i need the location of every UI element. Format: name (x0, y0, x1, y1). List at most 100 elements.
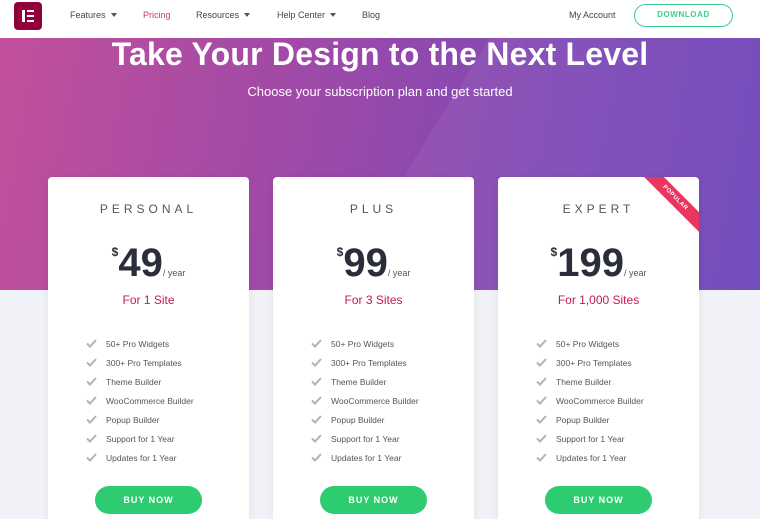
feature-item: WooCommerce Builder (536, 391, 644, 410)
feature-label: Popup Builder (331, 414, 385, 425)
feature-label: Support for 1 Year (556, 433, 625, 444)
check-icon (536, 415, 547, 424)
feature-item: Theme Builder (311, 372, 419, 391)
feature-item: WooCommerce Builder (311, 391, 419, 410)
elementor-logo-icon[interactable] (14, 2, 42, 30)
feature-item: WooCommerce Builder (86, 391, 194, 410)
feature-label: 300+ Pro Templates (106, 357, 182, 368)
plan-card-plus: PLUS $99/ year For 3 Sites 50+ Pro Widge… (273, 177, 474, 519)
feature-item: Popup Builder (311, 410, 419, 429)
buy-now-button[interactable]: BUY NOW (320, 486, 427, 514)
plan-sites: For 3 Sites (344, 293, 403, 307)
feature-item: Support for 1 Year (86, 429, 194, 448)
nav-features-label: Features (70, 10, 106, 20)
feature-label: Theme Builder (331, 376, 387, 387)
price-period: / year (623, 268, 647, 278)
plan-sites: For 1,000 Sites (557, 293, 640, 307)
feature-label: WooCommerce Builder (106, 395, 194, 406)
caret-down-icon (110, 12, 117, 17)
plan-price: $99/ year (273, 241, 474, 285)
price-amount: 49 (118, 241, 163, 285)
feature-label: Theme Builder (106, 376, 162, 387)
feature-item: Popup Builder (86, 410, 194, 429)
plan-name: EXPERT (562, 202, 635, 216)
site-header: Features Pricing Resources Help Center B… (0, 0, 760, 38)
feature-label: WooCommerce Builder (331, 395, 419, 406)
check-icon (86, 377, 97, 386)
feature-label: Updates for 1 Year (556, 452, 627, 463)
feature-item: Theme Builder (86, 372, 194, 391)
check-icon (86, 358, 97, 367)
check-icon (311, 339, 322, 348)
nav-blog[interactable]: Blog (362, 10, 380, 21)
currency-symbol: $ (336, 245, 344, 259)
check-icon (536, 434, 547, 443)
buy-now-button[interactable]: BUY NOW (95, 486, 202, 514)
my-account-link[interactable]: My Account (569, 10, 616, 21)
check-icon (536, 339, 547, 348)
price-amount: 99 (343, 241, 388, 285)
plan-name: PERSONAL (99, 202, 198, 216)
check-icon (311, 377, 322, 386)
nav-resources[interactable]: Resources (196, 10, 251, 21)
check-icon (536, 358, 547, 367)
feature-item: 50+ Pro Widgets (311, 334, 419, 353)
feature-label: 300+ Pro Templates (556, 357, 632, 368)
price-amount: 199 (557, 241, 624, 285)
check-icon (86, 434, 97, 443)
feature-label: 50+ Pro Widgets (331, 338, 395, 349)
feature-item: Support for 1 Year (311, 429, 419, 448)
feature-item: Updates for 1 Year (536, 448, 644, 467)
currency-symbol: $ (550, 245, 558, 259)
feature-label: 50+ Pro Widgets (106, 338, 170, 349)
check-icon (311, 415, 322, 424)
feature-label: Support for 1 Year (106, 433, 175, 444)
price-period: / year (162, 268, 186, 278)
feature-list: 50+ Pro Widgets 300+ Pro Templates Theme… (311, 334, 419, 467)
nav-features[interactable]: Features (70, 10, 117, 21)
feature-item: Support for 1 Year (536, 429, 644, 448)
feature-label: Updates for 1 Year (106, 452, 177, 463)
nav-pricing-label: Pricing (143, 10, 171, 20)
check-icon (536, 396, 547, 405)
buy-now-button[interactable]: BUY NOW (545, 486, 652, 514)
plan-sites: For 1 Site (122, 293, 175, 307)
check-icon (86, 339, 97, 348)
price-period: / year (387, 268, 411, 278)
check-icon (86, 453, 97, 462)
feature-item: Updates for 1 Year (86, 448, 194, 467)
feature-label: Popup Builder (106, 414, 160, 425)
check-icon (311, 396, 322, 405)
feature-list: 50+ Pro Widgets 300+ Pro Templates Theme… (536, 334, 644, 467)
feature-label: Theme Builder (556, 376, 612, 387)
check-icon (311, 358, 322, 367)
plan-card-expert: POPULAR EXPERT $199/ year For 1,000 Site… (498, 177, 699, 519)
feature-item: 300+ Pro Templates (86, 353, 194, 372)
hero-title: Take Your Design to the Next Level (111, 38, 649, 72)
download-button[interactable]: DOWNLOAD (634, 4, 733, 27)
feature-item: Theme Builder (536, 372, 644, 391)
check-icon (536, 453, 547, 462)
currency-symbol: $ (111, 245, 119, 259)
plan-name: PLUS (349, 202, 398, 216)
hero-subtitle: Choose your subscription plan and get st… (247, 84, 513, 99)
nav-help-center-label: Help Center (277, 10, 326, 20)
plan-card-personal: PERSONAL $49/ year For 1 Site 50+ Pro Wi… (48, 177, 249, 519)
feature-label: 300+ Pro Templates (331, 357, 407, 368)
check-icon (86, 415, 97, 424)
feature-label: Support for 1 Year (331, 433, 400, 444)
feature-item: 300+ Pro Templates (536, 353, 644, 372)
feature-item: Updates for 1 Year (311, 448, 419, 467)
caret-down-icon (244, 12, 251, 17)
feature-item: 300+ Pro Templates (311, 353, 419, 372)
feature-label: Updates for 1 Year (331, 452, 402, 463)
nav-pricing[interactable]: Pricing (143, 10, 171, 21)
plan-price: $49/ year (48, 241, 249, 285)
nav-help-center[interactable]: Help Center (277, 10, 337, 21)
feature-item: Popup Builder (536, 410, 644, 429)
caret-down-icon (330, 12, 337, 17)
check-icon (536, 377, 547, 386)
check-icon (311, 434, 322, 443)
plan-price: $199/ year (498, 241, 699, 285)
nav-blog-label: Blog (362, 10, 381, 20)
